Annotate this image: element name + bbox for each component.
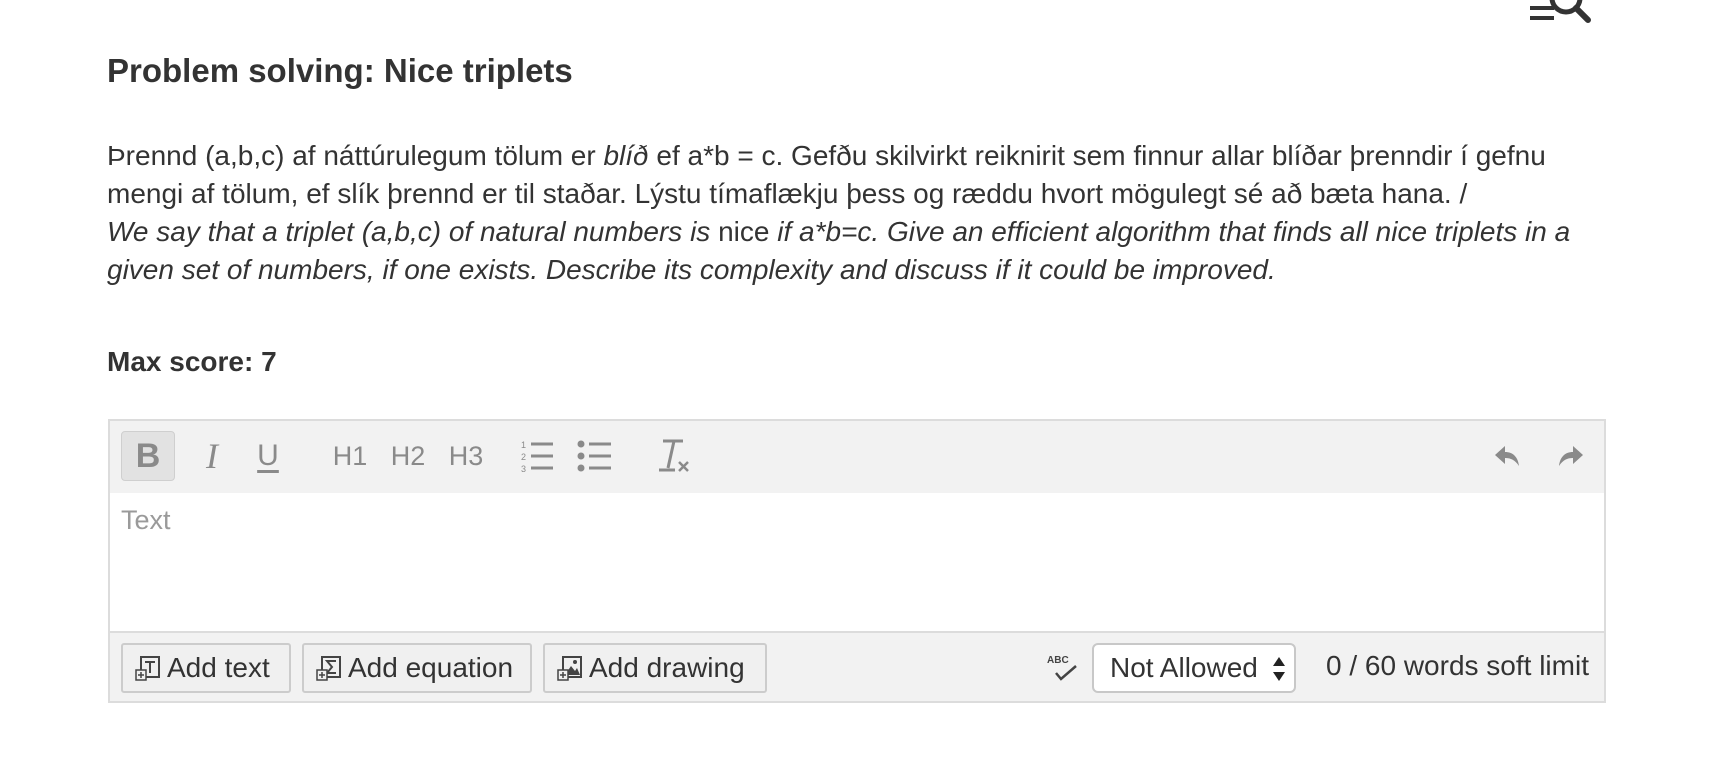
add-drawing-icon bbox=[557, 656, 582, 681]
bold-icon: B bbox=[135, 436, 161, 475]
undo-icon bbox=[1495, 446, 1519, 466]
answer-editor: B I U H1 H2 H3 1 2 3 Text Add text Add e… bbox=[108, 419, 1606, 703]
underline-icon: U bbox=[257, 439, 279, 472]
answer-text-area[interactable]: Text bbox=[110, 493, 1604, 633]
clear-format-icon bbox=[659, 439, 689, 472]
spellcheck-icon: ABC bbox=[1047, 655, 1077, 681]
max-score: Max score: 7 bbox=[107, 346, 277, 377]
bullet-list-icon bbox=[577, 440, 611, 472]
add-drawing-label: Add drawing bbox=[589, 652, 745, 683]
search-menu-icon[interactable] bbox=[1528, 0, 1598, 30]
editor-footer: Add text Add equation Add drawing ABC No… bbox=[110, 633, 1604, 701]
heading-2-button[interactable]: H2 bbox=[382, 431, 434, 481]
add-equation-label: Add equation bbox=[348, 652, 514, 683]
spellcheck-select-value: Not Allowed bbox=[1110, 652, 1258, 683]
ordered-list-icon: 1 2 3 bbox=[521, 440, 553, 473]
underline-button[interactable]: U bbox=[246, 431, 290, 481]
redo-button[interactable] bbox=[1546, 431, 1594, 481]
heading-3-button[interactable]: H3 bbox=[440, 431, 492, 481]
add-text-button[interactable]: Add text bbox=[121, 643, 291, 693]
spellcheck-select[interactable]: Not Allowed bbox=[1092, 643, 1296, 693]
clear-format-button[interactable] bbox=[650, 431, 700, 481]
add-equation-icon bbox=[316, 656, 341, 681]
svg-text:1: 1 bbox=[521, 440, 526, 450]
add-text-label: Add text bbox=[167, 652, 270, 683]
icelandic-line-1: Þrennd (a,b,c) af náttúrulegum tölum er … bbox=[107, 140, 1546, 171]
svg-text:2: 2 bbox=[521, 452, 526, 462]
word-count: 0 / 60 words soft limit bbox=[1326, 650, 1589, 681]
bold-button[interactable]: B bbox=[121, 431, 175, 481]
undo-button[interactable] bbox=[1484, 431, 1532, 481]
svg-text:3: 3 bbox=[521, 464, 526, 473]
add-drawing-button[interactable]: Add drawing bbox=[543, 643, 767, 693]
italic-button[interactable]: I bbox=[190, 431, 234, 481]
editor-toolbar: B I U H1 H2 H3 1 2 3 bbox=[110, 421, 1604, 495]
english-line-1: We say that a triplet (a,b,c) of natural… bbox=[107, 216, 1571, 247]
select-arrows-icon bbox=[1273, 657, 1285, 681]
icelandic-line-2: mengi af tölum, ef slík þrennd er til st… bbox=[107, 178, 1468, 209]
question-text: Þrennd (a,b,c) af náttúrulegum tölum er … bbox=[107, 137, 1587, 289]
spellcheck-label: ABC bbox=[1047, 655, 1069, 666]
heading-1-button[interactable]: H1 bbox=[324, 431, 376, 481]
ordered-list-button[interactable]: 1 2 3 bbox=[516, 431, 560, 481]
answer-placeholder: Text bbox=[121, 505, 171, 535]
english-line-2: given set of numbers, if one exists. Des… bbox=[107, 254, 1276, 285]
question-title: Problem solving: Nice triplets bbox=[107, 52, 573, 89]
question-page: Problem solving: Nice triplets Þrennd (a… bbox=[0, 0, 1710, 760]
italic-icon: I bbox=[206, 436, 218, 476]
redo-icon bbox=[1559, 446, 1583, 466]
add-equation-button[interactable]: Add equation bbox=[302, 643, 532, 693]
bullet-list-button[interactable] bbox=[570, 431, 620, 481]
add-text-icon bbox=[135, 656, 160, 681]
